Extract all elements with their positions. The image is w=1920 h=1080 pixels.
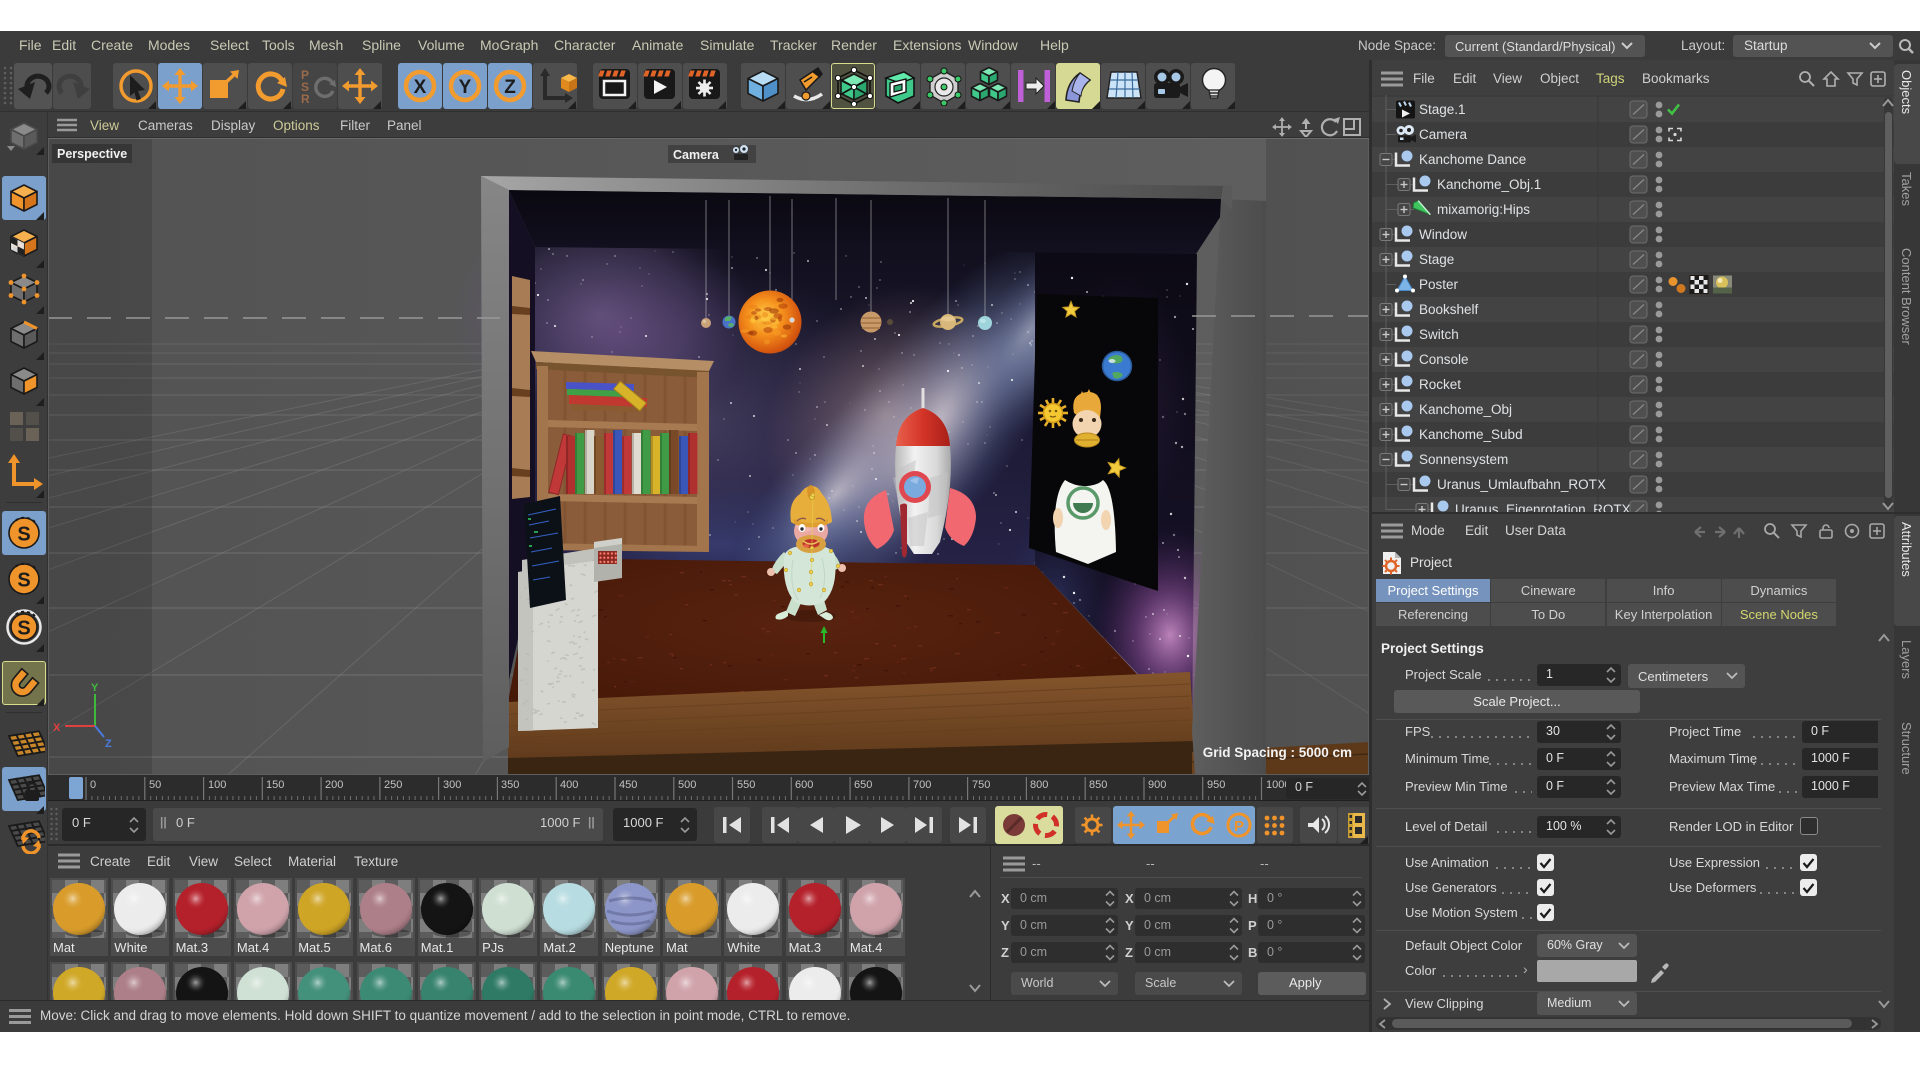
svg-text:950: 950 <box>1207 779 1225 791</box>
svg-text:Kanchome Dance: Kanchome Dance <box>1419 152 1526 167</box>
svg-text:X: X <box>414 77 427 98</box>
svg-text:Kanchome_Obj.1: Kanchome_Obj.1 <box>1437 177 1541 192</box>
svg-text:Y: Y <box>91 682 99 694</box>
svg-text:450: 450 <box>619 779 637 791</box>
svg-text:Rocket: Rocket <box>1419 377 1461 392</box>
svg-text:Uranus_Umlaufbahn_ROTX: Uranus_Umlaufbahn_ROTX <box>1437 477 1606 492</box>
svg-text:S: S <box>17 618 30 640</box>
svg-text:Switch: Switch <box>1419 327 1459 342</box>
svg-text:X: X <box>53 722 61 734</box>
svg-text:S: S <box>17 524 30 546</box>
svg-text:Console: Console <box>1419 352 1469 367</box>
svg-text:500: 500 <box>678 779 696 791</box>
svg-text:50: 50 <box>149 779 161 791</box>
svg-text:Sonnensystem: Sonnensystem <box>1419 452 1508 467</box>
svg-text:Poster: Poster <box>1419 277 1459 292</box>
svg-text:300: 300 <box>443 779 461 791</box>
svg-text:150: 150 <box>266 779 284 791</box>
svg-text:Kanchome_Subd: Kanchome_Subd <box>1419 427 1523 442</box>
svg-text:Camera: Camera <box>1419 127 1468 142</box>
svg-text:Window: Window <box>1419 227 1467 242</box>
svg-text:350: 350 <box>501 779 519 791</box>
svg-text:0: 0 <box>90 779 96 791</box>
svg-text:Perspective: Perspective <box>57 147 127 161</box>
svg-text:Grid Spacing : 5000 cm: Grid Spacing : 5000 cm <box>1203 745 1352 760</box>
svg-text:800: 800 <box>1030 779 1048 791</box>
svg-text:250: 250 <box>384 779 402 791</box>
svg-text:Z: Z <box>105 738 112 750</box>
svg-text:550: 550 <box>737 779 755 791</box>
svg-text:mixamorig:Hips: mixamorig:Hips <box>1437 202 1530 217</box>
svg-text:Uranus_Eigenrotation_ROTX: Uranus_Eigenrotation_ROTX <box>1455 502 1631 512</box>
svg-text:Y: Y <box>459 77 472 98</box>
svg-text:750: 750 <box>972 779 990 791</box>
svg-text:700: 700 <box>913 779 931 791</box>
svg-text:Stage.1: Stage.1 <box>1419 102 1466 117</box>
svg-text:P: P <box>1234 818 1244 835</box>
svg-text:650: 650 <box>854 779 872 791</box>
svg-text:S: S <box>17 570 30 592</box>
svg-text:600: 600 <box>795 779 813 791</box>
svg-text:Z: Z <box>504 77 516 98</box>
svg-text:Bookshelf: Bookshelf <box>1419 302 1479 317</box>
svg-text:900: 900 <box>1148 779 1166 791</box>
svg-text:100: 100 <box>208 779 226 791</box>
svg-text:200: 200 <box>325 779 343 791</box>
svg-text:Kanchome_Obj: Kanchome_Obj <box>1419 402 1512 417</box>
svg-text:Stage: Stage <box>1419 252 1454 267</box>
svg-text:850: 850 <box>1089 779 1107 791</box>
svg-text:Camera: Camera <box>673 148 720 162</box>
svg-text:400: 400 <box>560 779 578 791</box>
